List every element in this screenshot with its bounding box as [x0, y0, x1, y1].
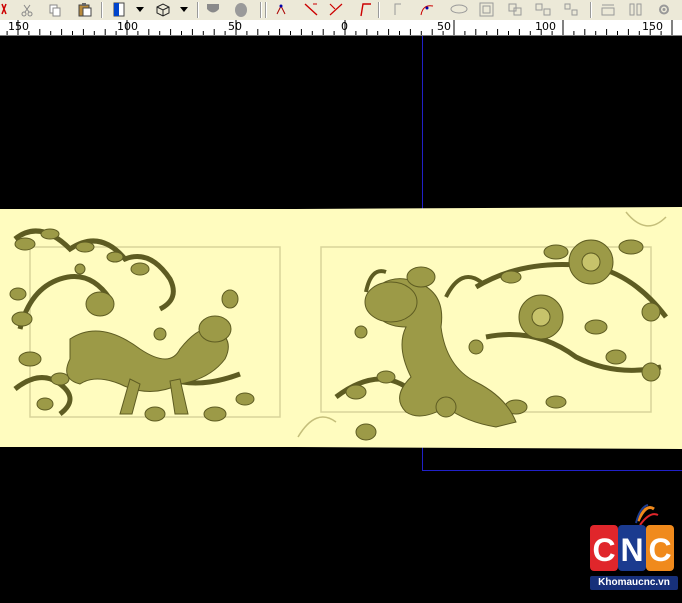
logo-letter: C: [648, 532, 671, 568]
ruler-label: 100: [535, 20, 556, 33]
cube-view-icon[interactable]: [154, 1, 172, 18]
ruler-label: 50: [437, 20, 451, 33]
align-icon[interactable]: [599, 1, 617, 18]
logo-letter: N: [620, 532, 643, 568]
settings-gear-icon[interactable]: [655, 1, 673, 18]
shade-icon[interactable]: [204, 1, 222, 18]
chevron-down-icon[interactable]: [134, 1, 146, 18]
ruler-label: 150: [642, 20, 663, 33]
chevron-down-icon[interactable]: [178, 1, 190, 18]
toolbar-separator: [197, 2, 199, 18]
logo-site-text: Khomaucnc.vn: [590, 576, 678, 590]
ungroup-icon[interactable]: [534, 1, 552, 18]
guide-line-horizontal: [422, 470, 682, 471]
scissors-icon[interactable]: [18, 1, 36, 18]
toolbar: [0, 0, 682, 21]
ruler-label: 150: [8, 20, 29, 33]
horizontal-ruler[interactable]: 150 100 50 0 50 100 150: [0, 20, 682, 36]
ruler-label: 100: [117, 20, 138, 33]
shade-full-icon[interactable]: [232, 1, 250, 18]
ruler-label: 50: [228, 20, 242, 33]
paste-icon[interactable]: [76, 1, 94, 18]
toolbar-separator: [378, 2, 380, 18]
logo-letter: C: [592, 532, 615, 568]
3d-viewport[interactable]: [0, 36, 682, 603]
group-icon[interactable]: [506, 1, 524, 18]
polyline-tool-icon[interactable]: [327, 1, 345, 18]
arc-tool-icon[interactable]: [356, 1, 374, 18]
toolbar-separator: [590, 2, 592, 18]
curve-tool-icon[interactable]: [418, 1, 436, 18]
toolbar-separator: [101, 2, 103, 18]
line-tool-icon[interactable]: [302, 1, 320, 18]
rectangle-tool-icon[interactable]: [392, 1, 410, 18]
toolbar-separator: [260, 2, 262, 18]
offset-tool-icon[interactable]: [478, 1, 496, 18]
node-edit-icon[interactable]: [272, 1, 290, 18]
weld-icon[interactable]: [562, 1, 580, 18]
copy-icon[interactable]: [46, 1, 64, 18]
cut-icon[interactable]: [0, 1, 12, 18]
color-icon[interactable]: [110, 1, 128, 18]
distribute-icon[interactable]: [627, 1, 645, 18]
ellipse-tool-icon[interactable]: [450, 1, 468, 18]
relief-panel-left[interactable]: [0, 209, 296, 447]
ruler-label: 0: [341, 20, 348, 33]
relief-panel-right[interactable]: [296, 207, 682, 449]
toolbar-separator: [265, 2, 267, 18]
